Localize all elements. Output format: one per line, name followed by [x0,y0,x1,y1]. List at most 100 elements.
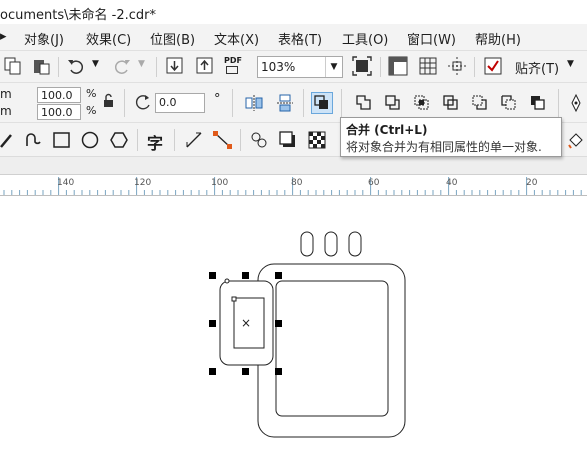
redo-dropdown-icon[interactable]: ▼ [138,59,145,69]
menu-table[interactable]: 表格(T) [278,29,322,48]
separator [58,57,59,77]
menu-overflow-icon[interactable]: ▸ [0,29,7,44]
dimension-tool-icon[interactable] [184,130,204,150]
blend-tool-icon[interactable] [249,130,269,150]
polygon-tool-icon[interactable] [109,130,129,150]
zoom-level-value: 103% [261,60,296,74]
combine-button[interactable] [311,92,333,114]
ruler-label: 20 [526,178,538,188]
ruler-label: 140 [57,178,75,188]
node-marker[interactable] [231,296,237,302]
trim-icon[interactable] [383,93,403,113]
node-marker[interactable] [224,278,230,284]
separator [341,89,342,117]
oval-shape[interactable] [324,231,338,257]
menu-window[interactable]: 窗口(W) [407,29,456,48]
intersect-icon[interactable] [412,93,432,113]
import-icon[interactable] [165,56,185,76]
snap-to-icon[interactable] [483,56,503,76]
menu-tools[interactable]: 工具(O) [342,29,388,48]
selection-handle[interactable] [242,368,249,375]
oval-shape[interactable] [348,231,362,257]
ruler-label: 80 [291,178,303,188]
menu-effects[interactable]: 效果(C) [86,29,131,48]
percent-label-1: % [86,87,97,100]
back-minus-front-icon[interactable] [499,93,519,113]
create-boundary-icon[interactable] [528,93,548,113]
title-bar: ocuments\未命名 -2.cdr* [0,0,587,24]
freehand-tool-icon[interactable] [24,130,42,150]
selection-handle[interactable] [209,320,216,327]
selection-handle[interactable] [275,368,282,375]
separator [124,89,125,117]
separator [558,89,559,117]
separator [474,57,475,77]
menu-text[interactable]: 文本(X) [214,29,259,48]
menu-object[interactable]: 对象(J) [24,29,64,48]
selection-handle[interactable] [209,368,216,375]
export-icon[interactable] [195,56,215,76]
front-minus-back-icon[interactable] [470,93,490,113]
zoom-dropdown-icon[interactable]: ▼ [325,57,342,77]
document-tab-strip [0,156,587,175]
show-grid-icon[interactable] [418,56,438,76]
knife-tool-icon[interactable] [0,131,14,149]
separator [240,129,241,151]
snap-to-label[interactable]: 贴齐(T) [515,58,559,77]
screen-shape[interactable] [275,280,389,417]
simplify-icon[interactable] [441,93,461,113]
unit-label-2: m [0,104,12,118]
menu-bitmaps[interactable]: 位图(B) [150,29,195,48]
text-tool-icon[interactable]: 字 [147,130,163,154]
rectangle-tool-icon[interactable] [52,130,72,150]
pen-nib-icon[interactable] [568,93,584,113]
scale-x-field[interactable]: 100.0 [37,87,81,103]
redo-icon[interactable] [112,57,132,75]
combine-tooltip: 合并 (Ctrl+L) 将对象合并为有相同属性的单一对象. [340,117,562,157]
ruler-label: 40 [446,178,458,188]
ruler-label: 120 [134,178,152,188]
full-screen-icon[interactable] [352,56,372,76]
transparency-tool-icon[interactable] [307,130,327,150]
ruler-label: 60 [368,178,380,188]
mirror-vertical-icon[interactable] [275,93,295,113]
paste-icon[interactable] [32,57,50,75]
window-title: ocuments\未命名 -2.cdr* [0,8,156,23]
pdf-label: PDF [224,56,242,65]
drop-shadow-tool-icon[interactable] [278,130,298,150]
snap-dropdown-icon[interactable]: ▼ [567,59,574,69]
menu-help[interactable]: 帮助(H) [475,29,521,48]
copy-icon[interactable] [4,57,22,75]
selection-handle[interactable] [275,320,282,327]
drawing-canvas[interactable]: × [0,195,587,455]
mirror-horizontal-icon[interactable] [244,93,264,113]
fill-tool-icon[interactable] [566,132,584,150]
ellipse-tool-icon[interactable] [80,130,100,150]
separator [380,57,381,77]
menu-bar: ▸ 对象(J) 效果(C) 位图(B) 文本(X) 表格(T) 工具(O) 窗口… [0,24,587,50]
undo-dropdown-icon[interactable]: ▼ [92,59,99,69]
degree-symbol: ° [214,92,221,107]
selection-handle[interactable] [209,272,216,279]
ruler-label: 100 [211,178,229,188]
scale-y-field[interactable]: 100.0 [37,104,81,120]
lock-ratio-icon[interactable] [102,93,116,109]
separator [232,89,233,117]
selection-handle[interactable] [242,272,249,279]
show-rulers-icon[interactable] [388,56,408,76]
zoom-level-field[interactable]: 103% ▼ [257,56,343,78]
rotation-angle-field[interactable]: 0.0 [155,93,205,113]
tooltip-description: 将对象合并为有相同属性的单一对象. [346,140,542,154]
selection-handle[interactable] [275,272,282,279]
oval-shape[interactable] [300,231,314,257]
selection-center-mark[interactable]: × [241,316,251,330]
unit-label-1: m [0,87,12,101]
weld-icon[interactable] [354,93,374,113]
separator [137,129,138,151]
standard-toolbar: ▼ ▼ PDF 103% ▼ 贴齐(T) ▼ [0,50,587,83]
connector-tool-icon[interactable] [212,130,234,150]
show-guidelines-icon[interactable] [447,56,467,76]
publish-pdf-icon[interactable]: PDF [224,56,242,76]
horizontal-ruler[interactable]: 140 120 100 80 60 40 20 [0,174,587,196]
undo-icon[interactable] [66,57,86,75]
